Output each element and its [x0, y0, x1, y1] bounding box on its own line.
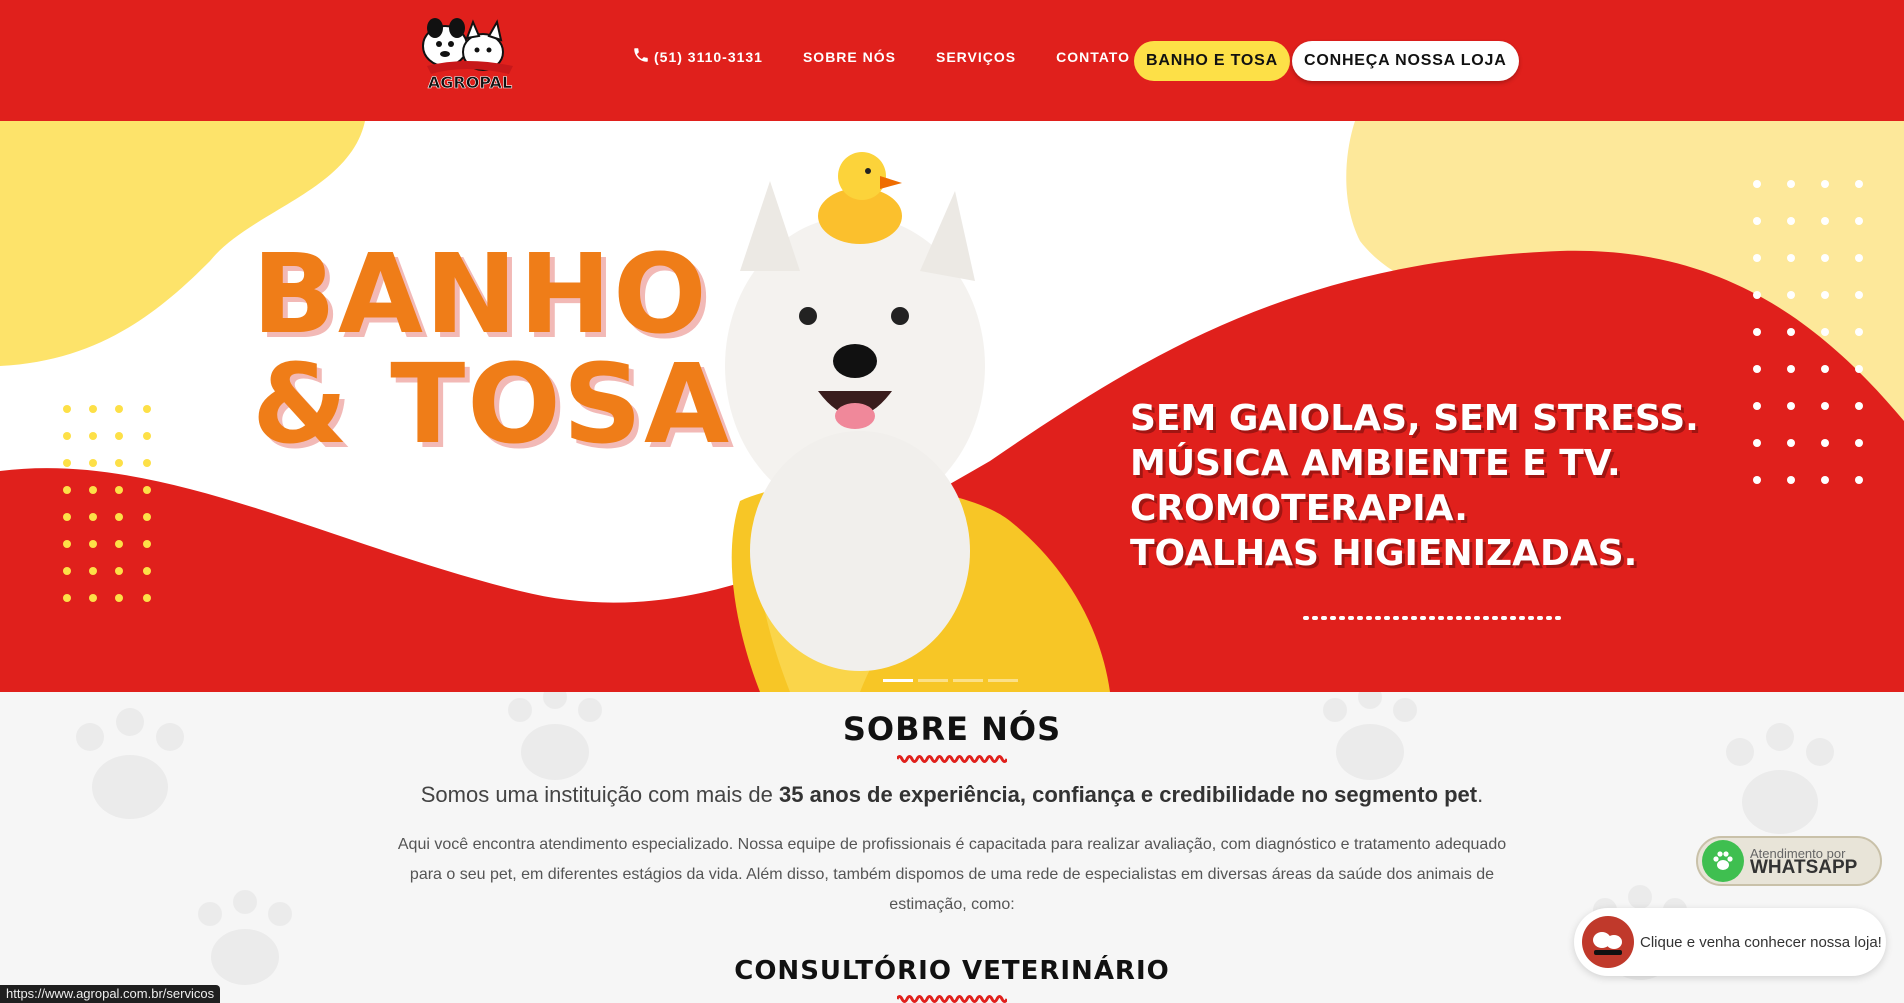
banner-feature: TOALHAS HIGIENIZADAS.	[1130, 533, 1638, 574]
phone-link[interactable]: (51) 3110-3131	[632, 46, 763, 67]
banner-feature: CROMOTERAPIA.	[1130, 488, 1468, 529]
popup-message: Clique e venha conhecer nossa loja!	[1640, 933, 1882, 951]
svg-text:AGROPAL: AGROPAL	[428, 73, 512, 92]
hero-banner: BANHO & TOSA SEM GAIOLAS, SEM STRESS. MÚ…	[0, 121, 1904, 692]
banner-title-line-1: BANHO	[252, 230, 709, 358]
nav-contato[interactable]: CONTATO	[1056, 49, 1130, 65]
agropal-logo[interactable]: AGROPAL	[415, 16, 525, 96]
store-popup[interactable]: Clique e venha conhecer nossa loja!	[1574, 908, 1886, 976]
main-nav: (51) 3110-3131 SOBRE NÓS SERVIÇOS CONTAT…	[632, 46, 1170, 67]
slider-dot-4[interactable]	[988, 679, 1018, 682]
about-lead-end: .	[1477, 782, 1484, 807]
subtitle-squiggle	[897, 995, 1007, 1003]
about-title: SOBRE NÓS	[842, 710, 1062, 748]
about-body: Aqui você encontra atendimento especiali…	[397, 836, 1507, 913]
phone-number: (51) 3110-3131	[654, 48, 763, 65]
phone-icon	[632, 46, 654, 67]
paw-icon	[1702, 840, 1744, 882]
whatsapp-label-big: WHATSAPP	[1750, 857, 1858, 878]
whatsapp-label: Atendimento por WHATSAPP	[1750, 847, 1858, 878]
slider-dot-2[interactable]	[918, 679, 948, 682]
about-lead: Somos uma instituição com mais de 35 ano…	[0, 782, 1904, 808]
conheca-loja-button[interactable]: CONHEÇA NOSSA LOJA	[1292, 41, 1519, 81]
slider-pagination	[883, 679, 1023, 682]
nav-servicos[interactable]: SERVIÇOS	[936, 49, 1016, 65]
banner-title-line-2: & TOSA	[252, 340, 732, 468]
agropal-avatar	[1582, 916, 1634, 968]
slider-dot-3[interactable]	[953, 679, 983, 682]
whatsapp-button[interactable]: Atendimento por WHATSAPP	[1696, 836, 1882, 886]
banner-feature: SEM GAIOLAS, SEM STRESS.	[1130, 398, 1699, 439]
banner-features: SEM GAIOLAS, SEM STRESS. MÚSICA AMBIENTE…	[1130, 396, 1699, 576]
banner-title: BANHO & TOSA	[252, 239, 731, 459]
about-lead-text: Somos uma instituição com mais de	[420, 782, 779, 807]
banho-e-tosa-button[interactable]: BANHO E TOSA	[1134, 41, 1290, 81]
banner-feature: MÚSICA AMBIENTE E TV.	[1130, 443, 1621, 484]
status-bar-url: https://www.agropal.com.br/servicos	[0, 985, 221, 1003]
site-header: AGROPAL (51) 3110-3131 SOBRE NÓS SERVIÇO…	[0, 0, 1904, 121]
slider-dot-1[interactable]	[883, 679, 913, 682]
title-squiggle	[897, 755, 1007, 763]
nav-sobre-nos[interactable]: SOBRE NÓS	[803, 49, 896, 65]
about-lead-highlight: 35 anos de experiência, confiança e cred…	[779, 782, 1478, 807]
